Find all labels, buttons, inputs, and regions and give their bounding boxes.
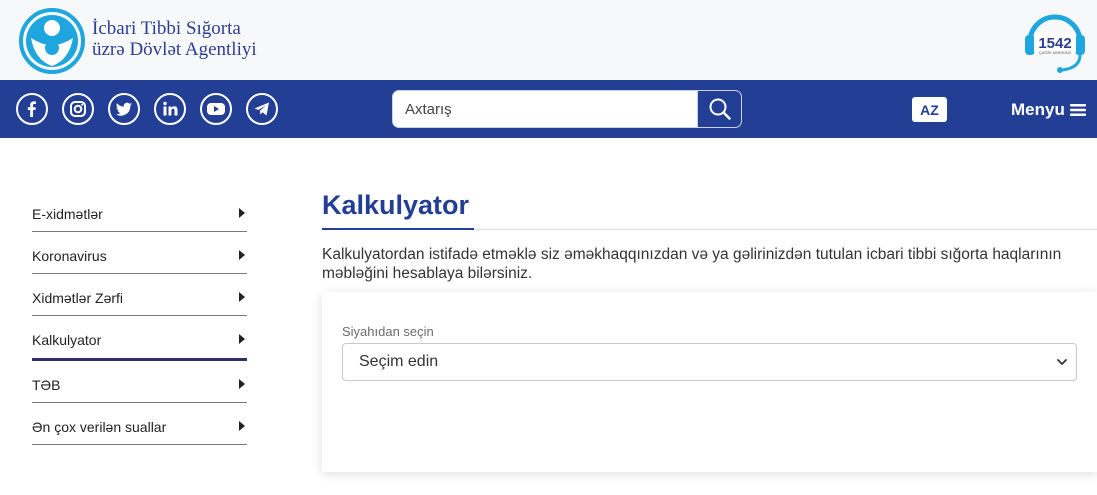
telegram-icon[interactable] (246, 93, 278, 125)
hotline-caption: ÇAĞRI MƏRKƏZİ (1039, 50, 1071, 55)
hamburger-icon (1069, 104, 1086, 116)
hotline-1542-badge[interactable]: 1542 ÇAĞRI MƏRKƏZİ (1022, 8, 1088, 74)
sidebar-nav: E-xidmətlər Koronavirus Xidmətlər Zərfi … (32, 190, 247, 445)
sidebar-item-label: Xidmətlər Zərfi (32, 289, 124, 306)
sidebar-item-e-services[interactable]: E-xidmətlər (32, 190, 247, 232)
search-button[interactable] (697, 91, 741, 127)
sidebar-item-teb[interactable]: TƏB (32, 361, 247, 403)
search-box (392, 90, 742, 128)
sidebar-item-coronavirus[interactable]: Koronavirus (32, 232, 247, 274)
menu-button[interactable]: Menyu (1011, 99, 1086, 121)
intro-text: Kalkulyatordan istifadə etməklə siz əmək… (322, 246, 1062, 282)
page-title: Kalkulyator (322, 190, 470, 220)
sidebar-item-label: E-xidmətlər (32, 205, 103, 222)
sidebar-item-faq[interactable]: Ən çox verilən suallar (32, 403, 247, 445)
linkedin-icon[interactable] (154, 93, 186, 125)
sidebar-item-label: Koronavirus (32, 247, 107, 264)
sidebar-item-label: TƏB (32, 376, 61, 393)
facebook-icon[interactable] (16, 93, 48, 125)
sidebar-item-label: Kalkulyator (32, 332, 102, 348)
calculator-type-select[interactable]: Seçim edin (342, 343, 1077, 381)
caret-right-icon (239, 334, 245, 344)
select-label: Siyahıdan seçin (342, 324, 434, 339)
caret-right-icon (239, 291, 245, 302)
menu-label: Menyu (1011, 100, 1065, 119)
sidebar-item-calculator[interactable]: Kalkulyator (32, 316, 247, 361)
calculator-card: Siyahıdan seçin Seçim edin (322, 292, 1097, 472)
twitter-icon[interactable] (108, 93, 140, 125)
top-header: İcbari Tibbi Sığorta üzrə Dövlət Agentli… (0, 0, 1097, 80)
chevron-down-icon (1057, 359, 1067, 365)
select-value: Seçim edin (359, 353, 439, 370)
agency-logo[interactable] (19, 8, 85, 74)
agency-name-line2: üzrə Dövlət Agentliyi (92, 39, 257, 60)
youtube-icon[interactable] (200, 93, 232, 125)
sidebar-item-label: Ən çox verilən suallar (32, 418, 167, 435)
caret-right-icon (239, 420, 245, 431)
caret-right-icon (239, 249, 245, 260)
search-icon (709, 98, 731, 120)
caret-right-icon (239, 207, 245, 218)
agency-name-line1: İcbari Tibbi Sığorta (92, 18, 241, 39)
agency-name[interactable]: İcbari Tibbi Sığorta üzrə Dövlət Agentli… (92, 18, 257, 60)
sidebar-item-service-package[interactable]: Xidmətlər Zərfi (32, 274, 247, 316)
title-accent-underline (322, 228, 474, 230)
instagram-icon[interactable] (62, 93, 94, 125)
caret-right-icon (239, 378, 245, 389)
search-input[interactable] (393, 91, 697, 127)
language-switcher[interactable]: AZ (912, 97, 947, 122)
